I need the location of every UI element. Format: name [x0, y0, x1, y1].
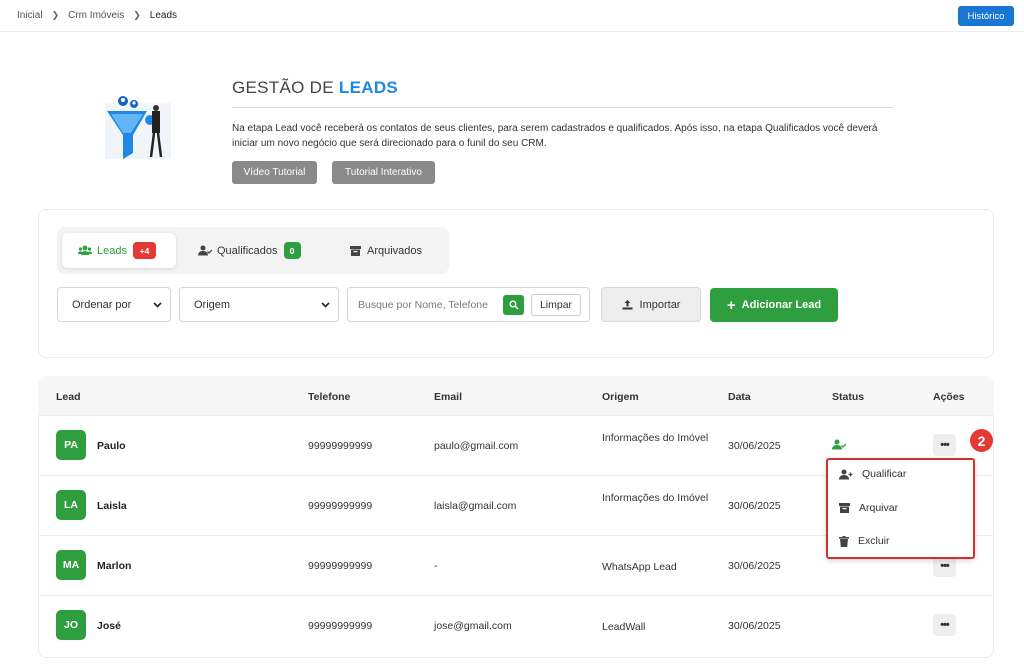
breadcrumb-current: Leads	[149, 10, 178, 21]
trash-icon	[839, 535, 849, 547]
breadcrumb: Inicial ❯ Crm Imóveis ❯ Leads	[17, 10, 177, 21]
lead-email: jose@gmail.com	[434, 620, 512, 632]
lead-date: 30/06/2025	[728, 620, 781, 632]
column-header-status: Status	[832, 391, 865, 403]
users-icon	[78, 245, 92, 257]
chevron-down-icon	[321, 302, 330, 308]
funnel-illustration	[103, 93, 178, 163]
lead-date: 30/06/2025	[728, 500, 781, 512]
import-button[interactable]: Importar	[601, 287, 701, 322]
column-header-date: Data	[728, 391, 751, 403]
chevron-right-icon: ❯	[51, 10, 60, 20]
import-label: Importar	[639, 298, 681, 311]
avatar: PA	[56, 430, 86, 460]
menu-item-label: Arquivar	[859, 502, 899, 514]
order-by-select[interactable]: Ordenar por	[57, 287, 171, 322]
user-check-icon	[198, 245, 212, 257]
page-description: Na etapa Lead você receberá os contatos …	[232, 123, 878, 149]
clear-button[interactable]: Limpar	[531, 294, 581, 316]
lead-phone: 99999999999	[308, 620, 373, 632]
history-button[interactable]: Histórico	[958, 6, 1014, 26]
lead-date: 30/06/2025	[728, 560, 781, 572]
search-input[interactable]	[358, 297, 495, 313]
tab-qualificados[interactable]: Qualificados 0	[198, 233, 301, 268]
menu-item-label: Qualificar	[862, 468, 907, 480]
avatar: LA	[56, 490, 86, 520]
tab-label: Arquivados	[367, 244, 423, 257]
tab-label: Leads	[97, 244, 127, 257]
menu-item-excluir[interactable]: Excluir	[839, 535, 890, 547]
column-header-phone: Telefone	[308, 391, 351, 403]
lead-name[interactable]: Paulo	[97, 440, 126, 452]
column-header-email: Email	[434, 391, 463, 403]
chevron-right-icon: ❯	[133, 10, 141, 20]
lead-name[interactable]: José	[97, 620, 121, 632]
row-actions-button[interactable]: •••	[933, 434, 956, 456]
menu-item-label: Excluir	[858, 535, 890, 547]
lead-email: -	[434, 560, 438, 572]
step-number-badge: 2	[970, 429, 993, 452]
breadcrumb-crm[interactable]: Crm Imóveis	[68, 10, 124, 21]
lead-origin: LeadWall	[602, 621, 646, 633]
lead-name[interactable]: Laisla	[97, 500, 127, 512]
search-icon	[509, 300, 519, 310]
search-button[interactable]	[503, 295, 524, 315]
search-box: Limpar	[347, 287, 590, 322]
add-lead-label: Adicionar Lead	[741, 299, 822, 311]
archive-icon	[348, 245, 362, 257]
lead-email: laisla@gmail.com	[434, 500, 517, 512]
row-divider	[38, 595, 994, 596]
tab-label: Qualificados	[217, 244, 278, 257]
interactive-tutorial-button[interactable]: Tutorial Interativo	[332, 161, 435, 184]
origin-value: Origem	[194, 298, 231, 311]
tab-arquivados[interactable]: Arquivados	[348, 233, 422, 268]
column-header-lead: Lead	[56, 391, 81, 403]
chevron-down-icon	[153, 302, 162, 308]
plus-icon: +	[726, 296, 736, 314]
add-lead-button[interactable]: + Adicionar Lead	[710, 288, 838, 322]
column-header-actions: Ações	[933, 391, 965, 403]
upload-icon	[622, 300, 633, 310]
order-by-value: Ordenar por	[72, 298, 132, 311]
lead-origin: WhatsApp Lead	[602, 561, 677, 573]
qualified-count-badge: 0	[283, 242, 301, 259]
menu-item-arquivar[interactable]: Arquivar	[839, 502, 898, 514]
tab-leads[interactable]: Leads +4	[62, 233, 176, 268]
column-header-origin: Origem	[602, 391, 639, 403]
origin-select[interactable]: Origem	[179, 287, 339, 322]
lead-date: 30/06/2025	[728, 440, 781, 452]
avatar: MA	[56, 550, 86, 580]
lead-name[interactable]: Marlon	[97, 560, 131, 572]
lead-phone: 99999999999	[308, 500, 373, 512]
lead-phone: 99999999999	[308, 560, 373, 572]
menu-item-qualificar[interactable]: Qualificar	[839, 468, 906, 480]
video-tutorial-button[interactable]: Vídeo Tutorial	[232, 161, 317, 184]
title-divider	[232, 107, 893, 108]
user-check-icon	[832, 439, 846, 450]
breadcrumb-home[interactable]: Inicial	[17, 10, 43, 21]
lead-origin: Informações do Imóvel	[602, 432, 709, 444]
page-title: GESTÃO DE LEADS	[232, 78, 399, 97]
avatar: JO	[56, 610, 86, 640]
user-plus-icon	[839, 469, 853, 479]
row-actions-button[interactable]: •••	[933, 614, 956, 636]
lead-origin: Informações do Imóvel	[602, 492, 709, 504]
leads-count-badge: +4	[132, 242, 156, 259]
lead-email: paulo@gmail.com	[434, 440, 519, 452]
archive-icon	[839, 503, 850, 513]
lead-phone: 99999999999	[308, 440, 373, 452]
